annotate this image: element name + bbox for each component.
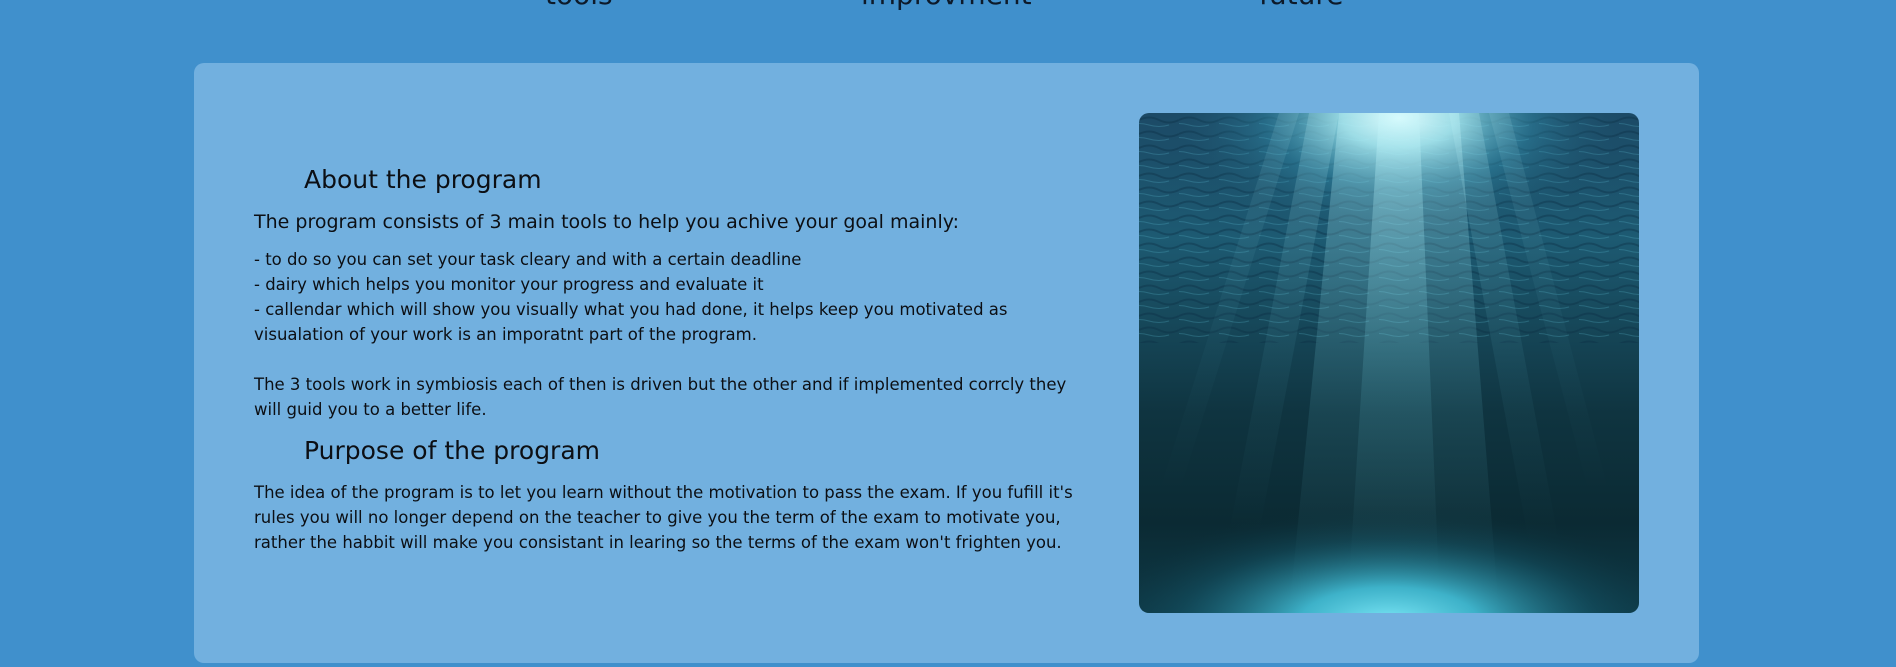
list-item: - dairy which helps you monitor your pro…	[254, 275, 764, 294]
nav-item-improvement[interactable]: improvment	[861, 0, 1032, 11]
top-nav: tools improvment future	[0, 0, 1896, 12]
purpose-text: The idea of the program is to let you le…	[254, 483, 1073, 552]
tool-list: - to do so you can set your task cleary …	[254, 247, 1074, 347]
list-item: - to do so you can set your task cleary …	[254, 250, 802, 269]
purpose-title: Purpose of the program	[304, 436, 601, 465]
program-card: About the program The program consists o…	[194, 63, 1699, 663]
underwater-illustration	[1139, 113, 1639, 613]
program-description: About the program The program consists o…	[254, 163, 1074, 555]
nav-item-tools[interactable]: tools	[545, 0, 613, 11]
nav-item-future[interactable]: future	[1259, 0, 1343, 11]
list-item: - callendar which will show you visually…	[254, 300, 1008, 344]
symbiosis-text: The 3 tools work in symbiosis each of th…	[254, 375, 1067, 419]
about-lead: The program consists of 3 main tools to …	[254, 211, 959, 233]
about-title: About the program	[304, 165, 542, 194]
underwater-image	[1139, 113, 1639, 613]
